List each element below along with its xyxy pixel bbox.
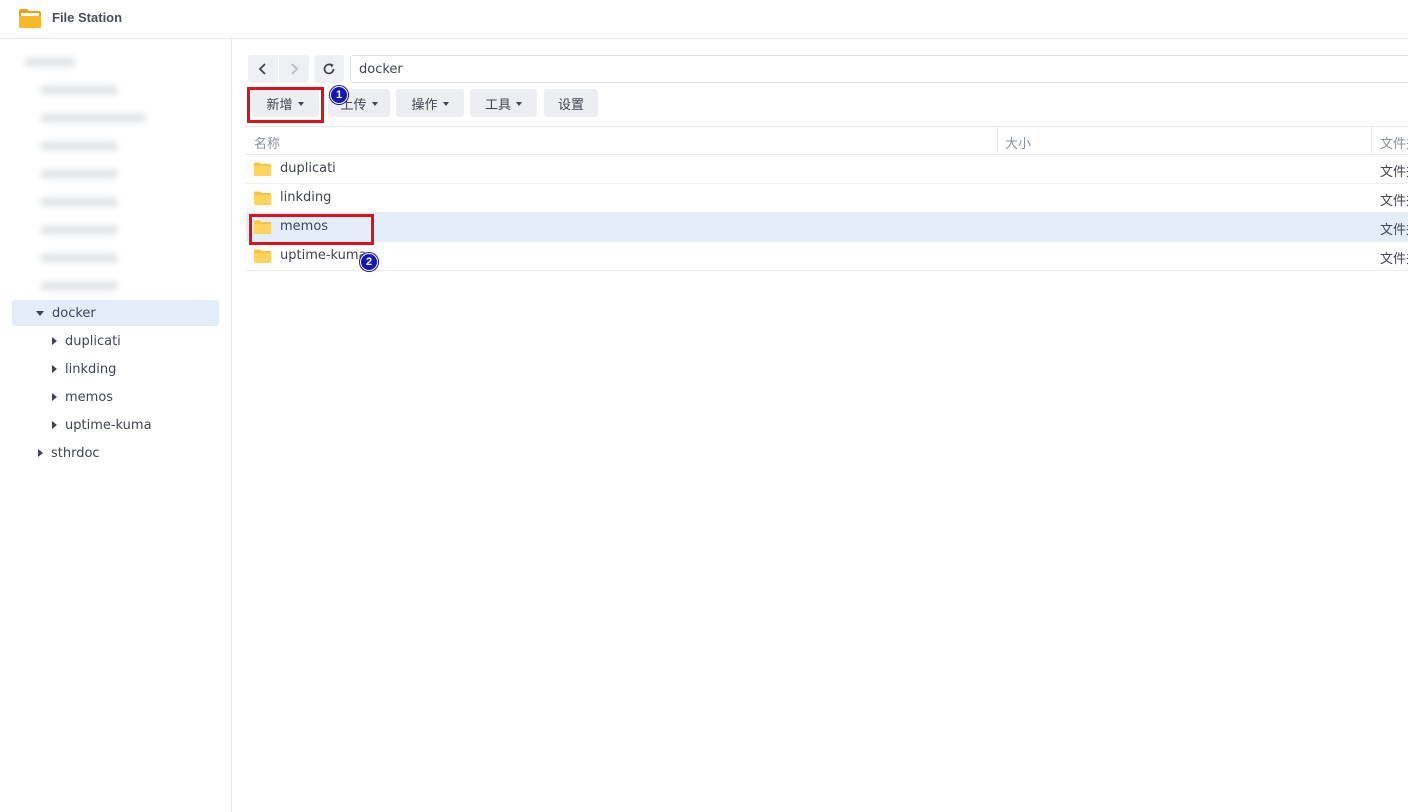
settings-button[interactable]: 设置 — [544, 89, 598, 117]
tree-item-sthrdoc[interactable]: sthrdoc — [38, 440, 219, 466]
action-button-label: 操作 — [411, 97, 438, 113]
file-type: 文件夹 — [1380, 165, 1408, 180]
tree-item-label: duplicati — [65, 333, 121, 349]
column-divider[interactable] — [997, 127, 998, 155]
tools-button-label: 工具 — [484, 97, 511, 113]
caret-right-icon[interactable] — [52, 365, 57, 373]
title-bar: File Station — [0, 0, 1408, 39]
folder-icon — [254, 162, 271, 176]
back-button[interactable] — [248, 55, 278, 83]
file-row[interactable]: duplicati 文件夹 — [246, 155, 1408, 184]
path-value: docker — [359, 61, 403, 77]
file-name: uptime-kuma — [280, 248, 367, 263]
path-input[interactable]: docker — [350, 55, 1408, 83]
forward-button[interactable] — [279, 55, 309, 83]
file-name: duplicati — [280, 161, 336, 176]
tree-item-memos[interactable]: memos — [52, 384, 219, 410]
folder-app-icon — [19, 9, 41, 28]
folder-icon — [254, 191, 271, 205]
tree-item-label: docker — [52, 305, 96, 321]
redacted-item — [40, 85, 118, 95]
dropdown-arrow-icon — [442, 101, 449, 106]
redacted-item — [40, 281, 118, 291]
file-type: 文件夹 — [1380, 252, 1408, 267]
redacted-item — [40, 225, 118, 235]
settings-button-label: 设置 — [557, 97, 584, 113]
redacted-item — [40, 141, 118, 151]
action-button[interactable]: 操作 — [396, 89, 464, 117]
sidebar: docker duplicati linkding memos uptime-k… — [0, 39, 232, 812]
file-type: 文件夹 — [1380, 194, 1408, 209]
column-size[interactable]: 大小 — [1005, 133, 1031, 152]
tree-item-label: uptime-kuma — [65, 417, 152, 433]
chevron-right-icon — [291, 63, 299, 75]
highlight-box-memos — [249, 214, 374, 245]
tools-button[interactable]: 工具 — [470, 89, 537, 117]
redacted-item — [40, 169, 118, 179]
tree-item-linkding[interactable]: linkding — [52, 356, 219, 382]
dropdown-arrow-icon — [516, 101, 522, 106]
refresh-icon — [323, 63, 335, 75]
caret-right-icon[interactable] — [52, 337, 57, 345]
folder-icon — [254, 249, 271, 263]
app-title: File Station — [52, 10, 123, 25]
redacted-item — [40, 197, 118, 207]
file-row[interactable]: uptime-kuma 文件夹 — [246, 242, 1408, 271]
tree-item-label: memos — [65, 389, 114, 405]
caret-right-icon[interactable] — [38, 449, 43, 457]
column-name[interactable]: 名称 — [254, 133, 280, 152]
file-row[interactable]: linkding 文件夹 — [246, 184, 1408, 213]
caret-right-icon[interactable] — [52, 393, 57, 401]
tree-item-label: linkding — [65, 361, 117, 377]
column-type[interactable]: 文件夹 — [1380, 133, 1408, 152]
file-row-selected[interactable]: memos 文件夹 — [246, 213, 1408, 242]
tree-item-label: sthrdoc — [51, 445, 100, 461]
step-badge-2: 2 — [360, 253, 378, 271]
tree-item-docker[interactable]: docker — [12, 300, 219, 326]
file-name: linkding — [280, 190, 332, 205]
chevron-left-icon — [258, 63, 266, 75]
redacted-item — [40, 113, 146, 123]
caret-down-icon[interactable] — [36, 310, 44, 316]
redacted-item — [40, 253, 118, 263]
file-list-header: 名称 大小 文件夹 — [246, 126, 1408, 155]
dropdown-arrow-icon — [371, 101, 378, 106]
caret-right-icon[interactable] — [52, 421, 57, 429]
step-badge-1: 1 — [330, 86, 348, 104]
redacted-item — [24, 57, 76, 67]
column-divider[interactable] — [1371, 127, 1372, 155]
refresh-button[interactable] — [314, 55, 344, 83]
tree-item-uptime-kuma[interactable]: uptime-kuma — [52, 412, 219, 438]
highlight-box-create — [247, 87, 324, 123]
file-type: 文件夹 — [1380, 223, 1408, 238]
tree-item-duplicati[interactable]: duplicati — [52, 328, 219, 354]
